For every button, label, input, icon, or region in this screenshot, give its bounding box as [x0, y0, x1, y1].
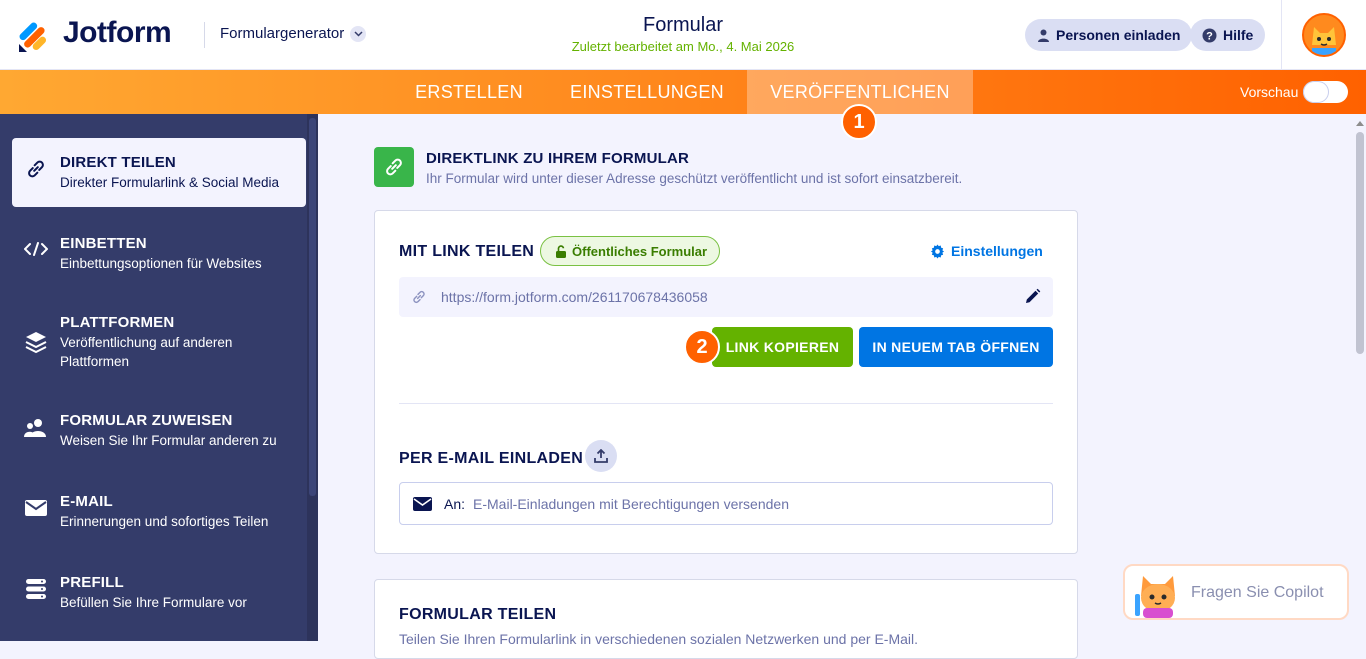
sidebar-item-prefill[interactable]: PREFILL Befüllen Sie Ihre Formulare vor	[12, 574, 306, 612]
step-badge-2: 2	[684, 329, 720, 365]
sidebar-item-title: E-MAIL	[60, 493, 113, 510]
sidebar-item-desc: Erinnerungen und sofortiges Teilen	[60, 514, 269, 529]
form-title[interactable]: Formular	[520, 14, 846, 37]
form-url-text[interactable]: https://form.jotform.com/261170678436058	[441, 289, 708, 305]
top-bar: Jotform Formulargenerator Formular Zulet…	[0, 0, 1366, 70]
sidebar-item-title: EINBETTEN	[60, 235, 147, 252]
chevron-down-icon	[350, 25, 367, 42]
section-divider	[399, 403, 1053, 404]
tab-einstellungen[interactable]: EINSTELLUNGEN	[552, 70, 742, 114]
upload-contacts-button[interactable]	[585, 440, 617, 472]
share-form-description: Teilen Sie Ihren Formularlink in verschi…	[399, 631, 919, 647]
copilot-cat-icon	[1133, 570, 1183, 623]
sidebar-scrollbar[interactable]	[307, 114, 318, 641]
share-link-title: MIT LINK TEILEN	[399, 243, 535, 260]
email-invite-title: PER E-MAIL EINLADEN	[399, 450, 584, 467]
main-scroll-thumb[interactable]	[1356, 132, 1364, 354]
last-edited-text: Zuletzt bearbeitet am Mo., 4. Mai 2026	[571, 39, 795, 54]
direct-link-icon	[374, 147, 414, 187]
scroll-up-arrow-icon[interactable]	[1356, 120, 1364, 126]
envelope-icon	[413, 496, 432, 511]
jotform-logo-icon	[19, 18, 49, 52]
sidebar-item-desc: Einbettungsoptionen für Websites	[60, 256, 262, 271]
url-link-icon	[411, 289, 427, 305]
sidebar-item-title: PREFILL	[60, 574, 124, 591]
email-placeholder: E-Mail-Einladungen mit Berechtigungen ve…	[473, 495, 789, 512]
sidebar-item-desc: Weisen Sie Ihr Formular anderen zu	[60, 433, 277, 448]
sidebar-item-formular-zuweisen[interactable]: FORMULAR ZUWEISEN Weisen Sie Ihr Formula…	[12, 412, 306, 450]
settings-link-label: Einstellungen	[951, 243, 1043, 259]
header-divider	[204, 22, 205, 48]
logo-text: Jotform	[63, 16, 172, 49]
invite-label: Personen einladen	[1056, 27, 1181, 43]
section-heading: DIREKTLINK ZU IHREM FORMULAR	[426, 150, 690, 167]
copilot-label: Fragen Sie Copilot	[1191, 584, 1324, 601]
sidebar-item-desc: Veröffentlichung auf anderen Plattformen	[60, 335, 233, 369]
builder-dropdown[interactable]: Formulargenerator	[220, 25, 367, 42]
help-button[interactable]: ? Hilfe	[1190, 19, 1266, 51]
code-icon	[12, 235, 60, 257]
svg-text:?: ?	[1206, 30, 1213, 42]
email-to-label: An:	[444, 495, 466, 512]
sidebar-item-title: DIREKT TEILEN	[60, 154, 176, 171]
toggle-knob	[1304, 82, 1328, 102]
avatar[interactable]	[1302, 13, 1346, 57]
pencil-icon[interactable]	[1024, 288, 1041, 305]
email-invite-input[interactable]: An: E-Mail-Einladungen mit Berechtigunge…	[399, 482, 1053, 525]
upload-icon	[594, 449, 608, 463]
copilot-button[interactable]: Fragen Sie Copilot	[1123, 564, 1349, 620]
open-new-tab-button[interactable]: IN NEUEM TAB ÖFFNEN	[859, 327, 1053, 367]
main-nav-bar: ERSTELLEN EINSTELLUNGEN VERÖFFENTLICHEN …	[0, 70, 1366, 114]
tab-erstellen[interactable]: ERSTELLEN	[400, 70, 538, 114]
invite-people-button[interactable]: Personen einladen	[1025, 19, 1193, 51]
unlock-icon	[556, 244, 566, 258]
sidebar-item-title: FORMULAR ZUWEISEN	[60, 412, 233, 429]
preview-label: Vorschau	[1240, 84, 1299, 100]
builder-name: Formulargenerator	[220, 25, 345, 42]
sidebar-item-desc: Direkter Formularlink & Social Media	[60, 175, 280, 190]
sidebar-item-desc: Befüllen Sie Ihre Formulare vor	[60, 595, 247, 610]
sidebar-item-plattformen[interactable]: PLATTFORMEN Veröffentlichung auf anderen…	[12, 314, 306, 371]
user-icon	[1038, 29, 1049, 42]
help-label: Hilfe	[1223, 27, 1254, 43]
main-scrollbar[interactable]	[1353, 114, 1366, 641]
copy-link-button[interactable]: LINK KOPIEREN	[712, 327, 853, 367]
database-icon	[12, 574, 60, 600]
layers-icon	[12, 314, 60, 354]
form-url-field[interactable]: https://form.jotform.com/261170678436058	[399, 277, 1053, 317]
public-badge-label: Öffentliches Formular	[572, 243, 708, 259]
header-divider-right	[1281, 0, 1282, 70]
link-icon	[12, 154, 60, 180]
sidebar-item-einbetten[interactable]: EINBETTEN Einbettungsoptionen für Websit…	[12, 235, 306, 273]
step-badge-1: 1	[841, 104, 877, 140]
preview-toggle[interactable]	[1303, 81, 1348, 103]
share-form-title: FORMULAR TEILEN	[399, 606, 557, 623]
sidebar: DIREKT TEILEN Direkter Formularlink & So…	[0, 114, 318, 641]
sidebar-item-direkt-teilen[interactable]: DIREKT TEILEN Direkter Formularlink & So…	[12, 138, 306, 207]
users-icon	[12, 412, 60, 438]
envelope-icon	[12, 493, 60, 517]
jotform-logo[interactable]: Jotform	[19, 16, 172, 52]
link-settings-button[interactable]: Einstellungen	[930, 243, 1043, 259]
sidebar-item-e-mail[interactable]: E-MAIL Erinnerungen und sofortiges Teile…	[12, 493, 306, 531]
help-icon: ?	[1202, 28, 1217, 42]
public-form-badge[interactable]: Öffentliches Formular	[540, 236, 721, 266]
sidebar-scroll-thumb[interactable]	[309, 118, 316, 496]
section-description: Ihr Formular wird unter dieser Adresse g…	[426, 171, 963, 186]
gear-icon	[930, 243, 945, 259]
sidebar-item-title: PLATTFORMEN	[60, 314, 175, 331]
